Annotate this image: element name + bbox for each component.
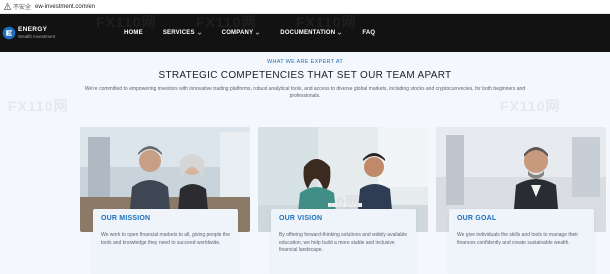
main-menu: HOME SERVICES COMPANY DOCUMENTATION FAQ xyxy=(124,14,395,52)
logo-mark-icon xyxy=(2,26,16,40)
vision-textbox: OUR VISION By offering forward-thinking … xyxy=(271,209,416,274)
watermark: FX110网 xyxy=(8,98,69,114)
address-bar[interactable]: 不安全 ew-investment.com/en xyxy=(0,0,610,14)
section-eyebrow: WHAT WE ARE EXPERT AT xyxy=(266,59,344,65)
section-heading: STRATEGIC COMPETENCIES THAT SET OUR TEAM… xyxy=(158,70,452,81)
goal-textbox: OUR GOAL We give individuals the skills … xyxy=(449,209,594,274)
nav-item-home[interactable]: HOME xyxy=(124,30,143,36)
goal-title: OUR GOAL xyxy=(457,215,497,222)
card-vision: OUR VISION By offering forward-thinking … xyxy=(258,127,428,274)
warning-icon[interactable] xyxy=(4,3,11,10)
nav-item-company[interactable]: COMPANY xyxy=(222,30,261,36)
chevron-down-icon xyxy=(338,32,342,35)
vision-text: By offering forward-thinking solutions a… xyxy=(279,232,408,253)
card-mission: OUR MISSION We work to open financial ma… xyxy=(80,127,250,274)
competencies-section: WHAT WE ARE EXPERT AT STRATEGIC COMPETEN… xyxy=(0,52,610,274)
chevron-down-icon xyxy=(256,32,260,35)
goal-text: We give individuals the skills and tools… xyxy=(457,232,579,246)
url-text[interactable]: ew-investment.com/en xyxy=(35,4,95,10)
brand-subtitle: Wealth Investment xyxy=(18,33,56,39)
brand-name: ENERGY xyxy=(18,26,48,33)
section-description: We're committed to empowering investors … xyxy=(84,86,526,99)
top-navbar: ENERGY Wealth Investment HOME SERVICES C… xyxy=(0,14,610,52)
chevron-down-icon xyxy=(197,32,201,35)
security-label: 不安全 xyxy=(13,5,32,11)
mission-text: We work to open financial markets to all… xyxy=(101,232,230,246)
mission-title: OUR MISSION xyxy=(101,215,151,222)
nav-item-services[interactable]: SERVICES xyxy=(163,30,202,36)
mission-textbox: OUR MISSION We work to open financial ma… xyxy=(93,209,238,274)
nav-item-faq[interactable]: FAQ xyxy=(362,30,375,36)
card-goal: OUR GOAL We give individuals the skills … xyxy=(436,127,606,274)
nav-item-documentation[interactable]: DOCUMENTATION xyxy=(280,30,342,36)
brand-logo[interactable]: ENERGY Wealth Investment xyxy=(2,26,55,40)
vision-title: OUR VISION xyxy=(279,215,323,222)
